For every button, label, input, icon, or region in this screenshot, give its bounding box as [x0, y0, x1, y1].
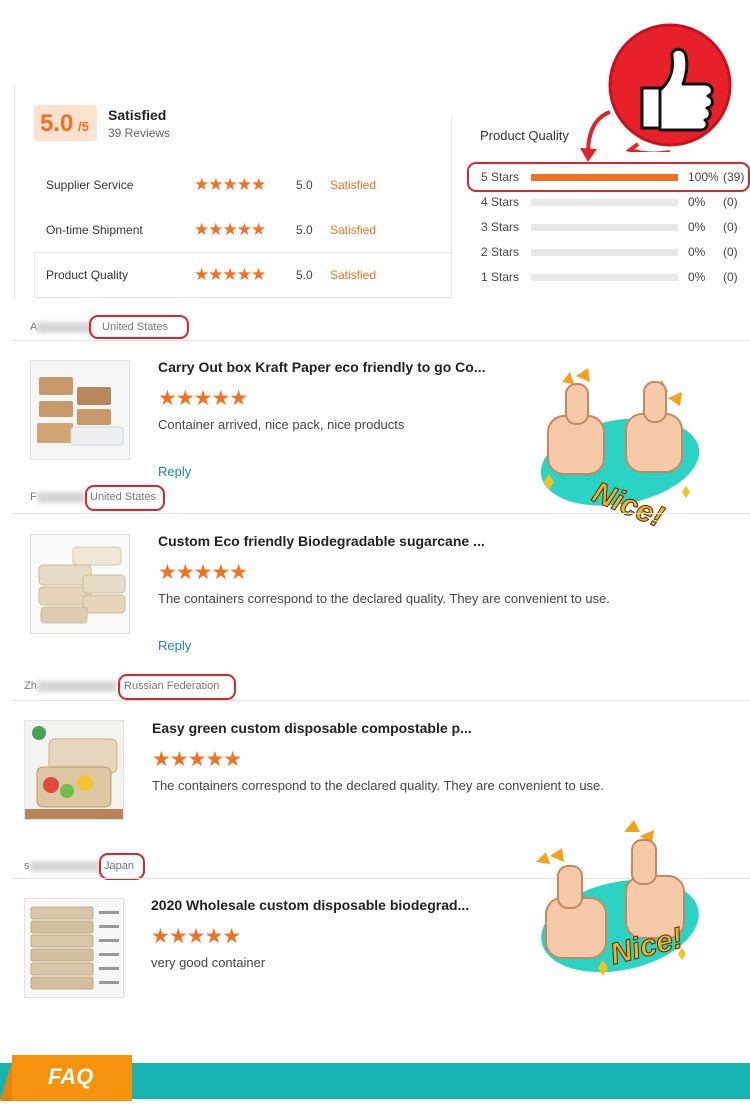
distribution-count: (0) — [723, 220, 738, 234]
reviewer-country: United States — [102, 321, 169, 333]
distribution-label: 2 Stars — [481, 245, 520, 259]
distribution-bar-track — [531, 249, 678, 256]
product-title[interactable]: 2020 Wholesale custom disposable biodegr… — [151, 897, 469, 913]
product-title[interactable]: Carry Out box Kraft Paper eco friendly t… — [158, 359, 486, 375]
blurred-name — [36, 680, 117, 692]
product-title[interactable]: Custom Eco friendly Biodegradable sugarc… — [158, 533, 485, 549]
sugarcane-box-image-icon — [31, 535, 129, 633]
review-stars: ★★★★★ — [158, 387, 248, 410]
distribution-count: (0) — [723, 270, 738, 284]
metric-stars-supplier-service: ★★★★★ — [194, 175, 266, 194]
metric-label-supplier-service: Supplier Service — [46, 178, 134, 192]
review-stars: ★★★★★ — [152, 748, 242, 771]
biodegradable-box-image-icon — [25, 899, 123, 997]
review-divider — [12, 340, 750, 341]
distribution-heading: Product Quality — [480, 128, 569, 143]
distribution-percent: 0% — [688, 220, 706, 234]
review-stars: ★★★★★ — [158, 561, 248, 584]
faq-label[interactable]: FAQ — [48, 1064, 93, 1090]
review-text: Container arrived, nice pack, nice produ… — [158, 417, 405, 432]
product-thumbnail[interactable] — [30, 360, 130, 460]
curved-arrow-icon — [580, 110, 611, 162]
review-text: very good container — [151, 955, 266, 970]
distribution-bar-track — [531, 274, 678, 281]
product-thumbnail[interactable] — [24, 898, 124, 998]
metric-label-on-time-shipment: On-time Shipment — [46, 223, 143, 237]
reviewer-country: Russian Federation — [124, 680, 220, 692]
distribution-bar-track — [531, 224, 678, 231]
five-stars-highlight-oval — [467, 162, 750, 192]
metric-word-product-quality: Satisfied — [330, 268, 377, 282]
metric-value-on-time-shipment: 5.0 — [296, 223, 313, 237]
distribution-label: 1 Stars — [481, 270, 520, 284]
distribution-label: 3 Stars — [481, 220, 520, 234]
distribution-label: 4 Stars — [481, 195, 520, 209]
overall-score-badge: 5.0 /5 — [34, 105, 97, 141]
reply-link[interactable]: Reply — [158, 464, 191, 479]
blurred-name — [37, 321, 94, 333]
reply-link[interactable]: Reply — [158, 638, 191, 653]
distribution-count: (0) — [723, 245, 738, 259]
review-divider — [12, 700, 750, 701]
reviewer-initial: Zh — [24, 680, 37, 692]
distribution-count: (0) — [723, 195, 738, 209]
blurred-name — [29, 860, 100, 872]
overall-score: 5.0 — [40, 110, 74, 137]
reviewer-name: A — [30, 321, 94, 333]
distribution-percent: 0% — [688, 195, 706, 209]
review-text: The containers correspond to the declare… — [158, 591, 610, 606]
metric-label-product-quality[interactable]: Product Quality — [46, 268, 128, 282]
reviewer-country: Japan — [104, 860, 134, 872]
nice-sticker-icon: Nice! — [540, 368, 700, 532]
review-count: 39 Reviews — [108, 126, 171, 140]
reviewer-name: F — [30, 491, 85, 503]
metric-stars-on-time-shipment: ★★★★★ — [194, 220, 266, 239]
metric-stars-product-quality: ★★★★★ — [194, 265, 266, 284]
kraft-box-image-icon — [31, 361, 129, 459]
reviewer-country: United States — [90, 491, 157, 503]
metric-word-on-time-shipment: Satisfied — [330, 223, 377, 237]
overall-score-suffix: /5 — [78, 119, 89, 134]
distribution-percent: 0% — [688, 245, 706, 259]
summary-vertical-divider — [451, 116, 452, 253]
distribution-bar-track — [531, 199, 678, 206]
review-divider — [12, 513, 750, 514]
reviewer-initial: A — [30, 321, 38, 333]
blurred-name — [36, 491, 85, 503]
product-thumbnail[interactable] — [24, 720, 124, 820]
nice-sticker-icon: Nice! — [536, 820, 699, 976]
reviewer-initial: F — [30, 491, 37, 503]
metric-value-product-quality: 5.0 — [296, 268, 313, 282]
review-text: The containers correspond to the declare… — [152, 778, 604, 793]
distribution-percent: 0% — [688, 270, 706, 284]
review-stars: ★★★★★ — [151, 925, 241, 948]
product-thumbnail[interactable] — [30, 534, 130, 634]
thumbs-up-sticker-icon — [608, 23, 732, 152]
reviewer-name: Zh — [24, 680, 117, 692]
metric-value-supplier-service: 5.0 — [296, 178, 313, 192]
reviewer-name: s — [24, 860, 100, 872]
product-title[interactable]: Easy green custom disposable compostable… — [152, 720, 472, 736]
summary-divider — [14, 86, 15, 300]
compostable-box-image-icon — [25, 721, 123, 819]
metric-word-supplier-service: Satisfied — [330, 178, 377, 192]
overall-rating-title: Satisfied — [108, 107, 167, 123]
